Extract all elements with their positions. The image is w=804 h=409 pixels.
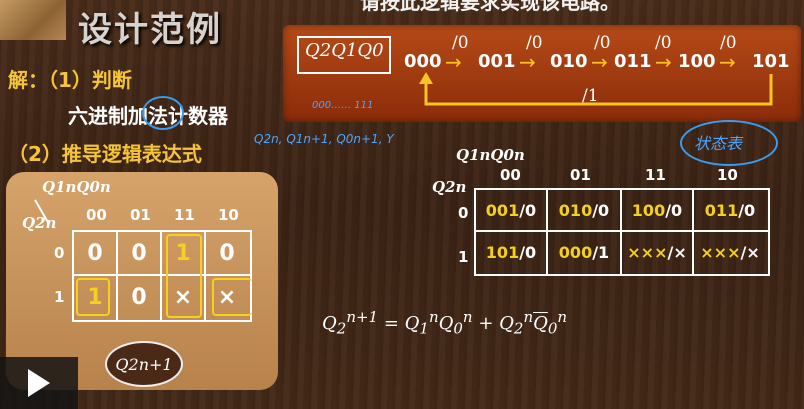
state-label: Q2Q1Q0 (305, 40, 384, 61)
kmap-cell: 0 (219, 240, 235, 266)
cell-state: 000 (558, 242, 593, 262)
rkmap-cell: 011/0 (694, 190, 766, 230)
state-3: 011 (614, 51, 652, 72)
cell-state: ××× (700, 242, 741, 262)
rkmap-cell: 100/0 (622, 190, 692, 230)
state-5: 101 (752, 51, 790, 72)
kmap-col-header: 00 (86, 206, 107, 224)
kmap-cell: 0 (131, 240, 147, 266)
kmap-row-header: 0 (54, 244, 65, 262)
cell-state: 011 (704, 200, 739, 220)
kmap-cell: 0 (131, 284, 147, 310)
kmap-row-header: 1 (54, 288, 65, 306)
state-2: 010 (550, 51, 588, 72)
cell-state: 100 (631, 200, 666, 220)
rkmap-row-header: 1 (458, 248, 469, 266)
kmap-col-header: 10 (218, 206, 239, 224)
rkmap-cell: ×××/× (622, 232, 692, 272)
cell-output: /× (667, 242, 687, 262)
cell-output: /0 (665, 200, 683, 220)
rkmap-row-header: 0 (458, 204, 469, 222)
note-state-table: 状态表 (694, 134, 743, 153)
rkmap-col-header: 11 (645, 166, 666, 184)
top-instruction-text: 请按此逻辑要求实现该电路。 (360, 0, 620, 14)
rkmap-col-var: Q1nQ0n (456, 146, 525, 164)
cell-state: 001 (485, 200, 520, 220)
rkmap-cell: 001/0 (476, 190, 546, 230)
rkmap-cell: 010/0 (548, 190, 620, 230)
state-4: 100 (678, 51, 716, 72)
note-variables: Q2n, Q1n+1, Q0n+1, Y (254, 132, 394, 146)
kmap-group-box (166, 234, 202, 318)
transition-output-3: /0 (655, 33, 672, 53)
rkmap-row-var: Q2n (432, 178, 467, 196)
note-states: 000…… 111 (312, 100, 374, 111)
rkmap-cell: 101/0 (476, 232, 546, 272)
cell-state: 010 (558, 200, 593, 220)
rkmap-col-header: 01 (570, 166, 591, 184)
kmap-col-var: Q1nQ0n (42, 178, 111, 196)
state-1: 001 (478, 51, 516, 72)
kmap-row-var: Q2n (22, 214, 57, 232)
state-0: 000 (404, 51, 442, 72)
cell-output: /0 (519, 242, 537, 262)
play-button[interactable] (0, 357, 78, 409)
cell-state: ××× (627, 242, 668, 262)
kmap-output-label: Q2n+1 (105, 341, 183, 387)
kmap-col-header: 01 (130, 206, 151, 224)
cell-output: /0 (738, 200, 756, 220)
play-icon (28, 369, 50, 397)
annotation-circle (142, 96, 184, 130)
rkmap-col-header: 00 (500, 166, 521, 184)
rkmap-cell: ×××/× (694, 232, 766, 272)
rkmap-col-header: 10 (717, 166, 738, 184)
kmap-cell: 0 (87, 240, 103, 266)
rkmap-cell: 000/1 (548, 232, 620, 272)
transition-output-4: /0 (720, 33, 737, 53)
transition-output-2: /0 (594, 33, 611, 53)
transition-output-1: /0 (526, 33, 543, 53)
solve-step2: （2）推导逻辑表达式 (8, 142, 202, 166)
cell-output: /0 (592, 200, 610, 220)
cell-output: /0 (519, 200, 537, 220)
kmap-group-box (212, 278, 252, 316)
cell-state: 101 (485, 242, 520, 262)
solve-step1: 解：（1）判断 (8, 68, 132, 92)
cell-output: /× (740, 242, 760, 262)
title-tile (0, 0, 66, 40)
kmap-col-header: 11 (174, 206, 195, 224)
kmap-group-box (76, 278, 110, 316)
page-title: 设计范例 (78, 10, 222, 50)
cell-output: /1 (592, 242, 610, 262)
return-output: /1 (582, 86, 599, 106)
logic-equation: Q2n+1 = Q1nQ0n + Q2nQ0n (322, 308, 568, 338)
transition-output-0: /0 (452, 33, 469, 53)
